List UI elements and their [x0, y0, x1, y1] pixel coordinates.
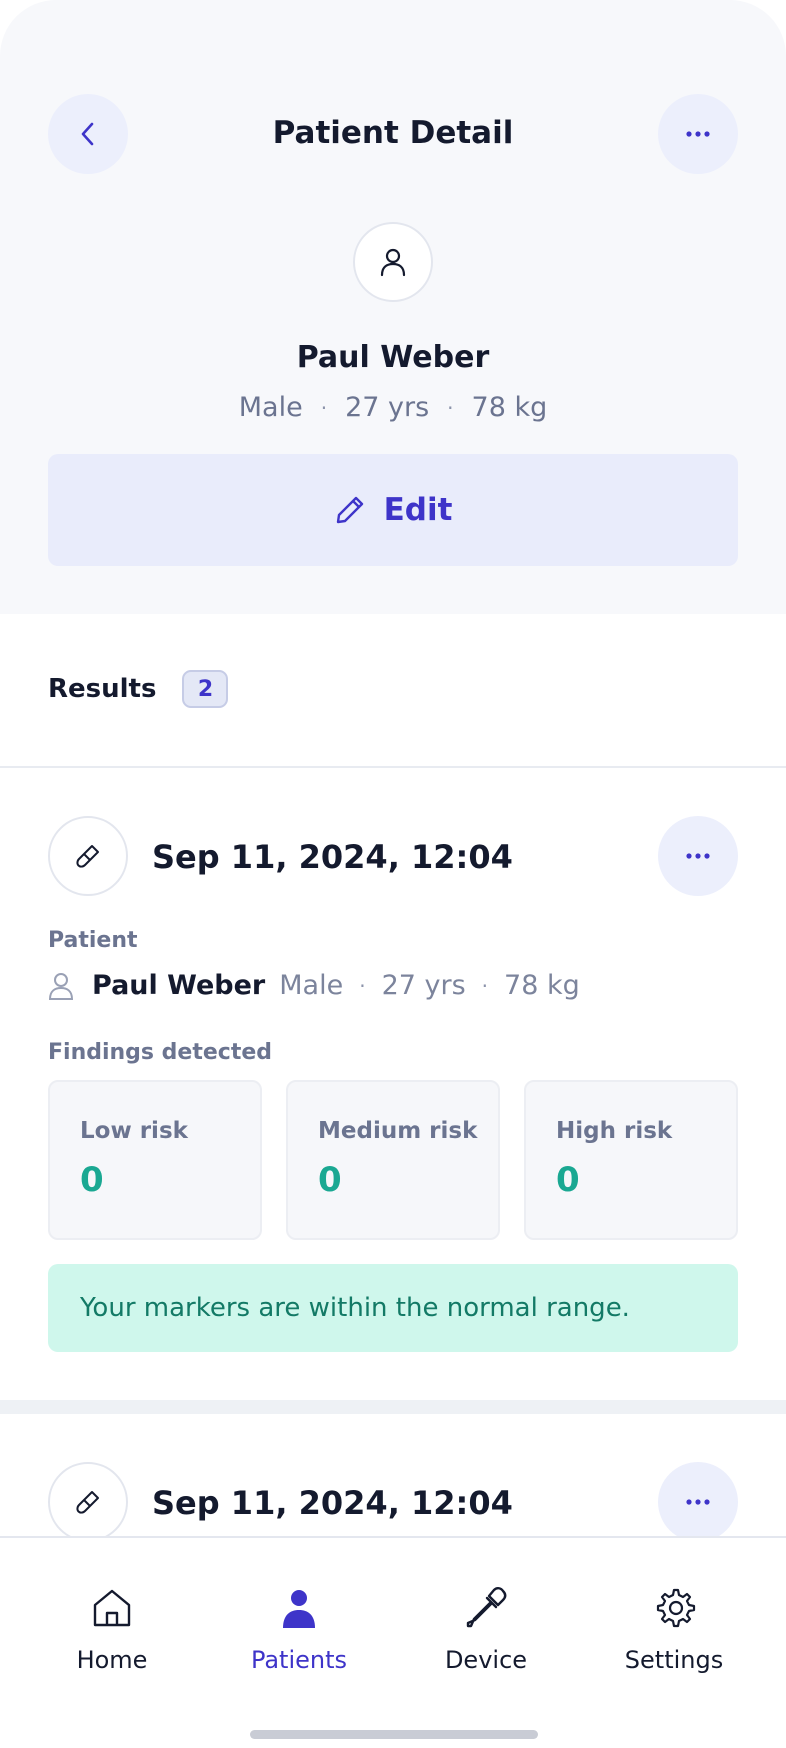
test-tube-icon — [76, 1491, 99, 1514]
result-date: Sep 11, 2024, 12:04 — [152, 1484, 513, 1522]
risk-value: 0 — [556, 1160, 580, 1200]
more-options-button[interactable] — [658, 94, 738, 174]
gear-icon — [656, 1588, 696, 1628]
risk-value: 0 — [318, 1160, 342, 1200]
result-more-button[interactable] — [658, 816, 738, 896]
result-patient-name: Paul Weber — [92, 970, 266, 1001]
nav-label: Settings — [624, 1646, 724, 1674]
test-tube-icon — [76, 845, 99, 868]
avatar — [353, 222, 433, 302]
patient-sex: Male — [238, 392, 303, 423]
result-more-button[interactable] — [658, 1462, 738, 1542]
patient-meta: Male · 27 yrs · 78 kg — [0, 392, 786, 423]
more-icon — [686, 853, 710, 859]
divider — [0, 766, 786, 768]
person-icon — [283, 1590, 315, 1628]
nav-item-patients[interactable]: Patients — [224, 1586, 374, 1674]
patient-section-label: Patient — [48, 928, 138, 953]
patient-header: Patient Detail Paul Weber Male · 27 yrs … — [0, 0, 786, 614]
risk-label: Low risk — [80, 1118, 188, 1144]
edit-button-label: Edit — [383, 492, 453, 528]
risk-value: 0 — [80, 1160, 104, 1200]
dropper-icon — [466, 1587, 507, 1628]
user-icon — [380, 248, 406, 277]
card-separator — [0, 1400, 786, 1414]
nav-item-home[interactable]: Home — [37, 1586, 187, 1674]
separator-dot: · — [359, 973, 366, 998]
patient-weight: 78 kg — [471, 392, 548, 423]
results-header: Results 2 — [48, 670, 229, 708]
results-label: Results — [48, 674, 157, 704]
user-icon — [48, 972, 74, 1000]
separator-dot: · — [481, 973, 489, 998]
nav-label: Device — [444, 1646, 528, 1674]
edit-button[interactable]: Edit — [48, 454, 738, 566]
separator-dot: · — [320, 395, 328, 420]
risk-low-card: Low risk 0 — [48, 1080, 262, 1240]
result-patient-weight: 78 kg — [504, 970, 580, 1001]
nav-label: Home — [76, 1646, 148, 1674]
result-patient-line: Paul Weber Male · 27 yrs · 78 kg — [48, 970, 580, 1001]
status-banner: Your markers are within the normal range… — [48, 1264, 738, 1352]
home-indicator — [250, 1730, 538, 1739]
results-count-badge: 2 — [182, 670, 229, 708]
home-icon — [93, 1589, 131, 1627]
risk-medium-card: Medium risk 0 — [286, 1080, 500, 1240]
screen: Patient Detail Paul Weber Male · 27 yrs … — [0, 0, 786, 1748]
bottom-nav: Home Patients Device Settings — [0, 1536, 786, 1748]
more-icon — [686, 1499, 710, 1505]
patient-name: Paul Weber — [296, 340, 490, 375]
findings-label: Findings detected — [48, 1040, 273, 1065]
nav-label: Patients — [250, 1646, 348, 1674]
nav-item-settings[interactable]: Settings — [599, 1586, 749, 1674]
result-patient-meta: Male · 27 yrs · 78 kg — [279, 970, 580, 1001]
result-patient-age: 27 yrs — [381, 970, 466, 1001]
result-patient-sex: Male — [279, 970, 344, 1001]
test-tube-badge — [48, 1462, 128, 1542]
patient-age: 27 yrs — [345, 392, 430, 423]
risk-label: Medium risk — [318, 1118, 478, 1144]
more-icon — [686, 131, 710, 137]
nav-item-device[interactable]: Device — [411, 1586, 561, 1674]
pencil-icon — [336, 496, 363, 524]
result-date: Sep 11, 2024, 12:04 — [152, 838, 513, 876]
test-tube-badge — [48, 816, 128, 896]
separator-dot: · — [447, 395, 454, 420]
risk-label: High risk — [556, 1118, 673, 1144]
risk-high-card: High risk 0 — [524, 1080, 738, 1240]
